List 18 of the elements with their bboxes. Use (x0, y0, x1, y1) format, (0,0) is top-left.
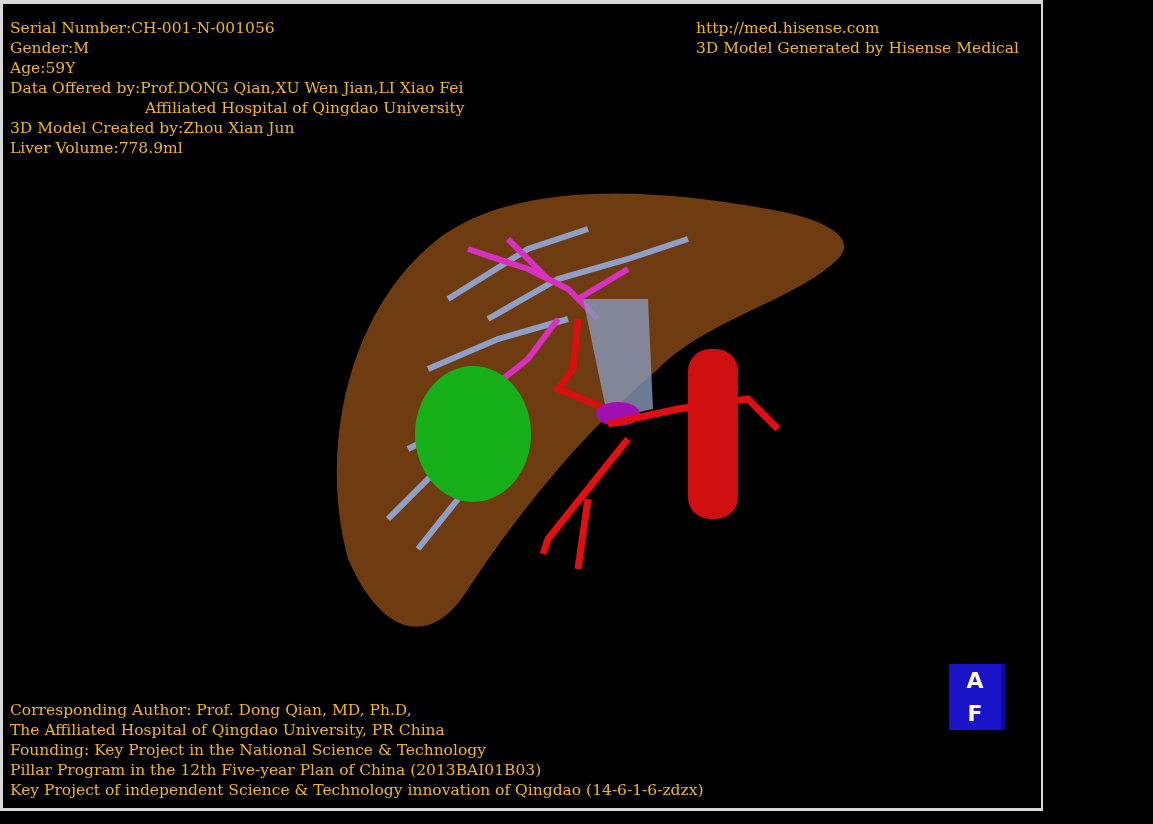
cube-front-label: F (967, 701, 983, 726)
footer-text: Founding: Key Project in the National Science & Technology (10, 740, 486, 760)
case-info-text: Liver Volume:778.9ml (10, 138, 183, 158)
orientation-cube[interactable]: A F (949, 664, 1005, 730)
case-info-text: Age:59Y (10, 58, 76, 78)
case-info-text: Affiliated Hospital of Qingdao University (144, 98, 465, 118)
case-info-text: Serial Number:CH-001-N-001056 (10, 18, 275, 38)
footer-text: Key Project of independent Science & Technology innovation of Qingdao (14-6-1-6-zdzx) (10, 780, 704, 800)
credit-text: http://med.hisense.com (695, 18, 880, 38)
footer-text: The Affiliated Hospital of Qingdao University, PR China (10, 720, 445, 740)
3d-viewport[interactable] (0, 0, 1043, 811)
credit-text: 3D Model Generated by Hisense Medical (695, 38, 1019, 58)
case-info-text: Gender:M (10, 38, 90, 58)
cube-top-label: A (966, 668, 984, 693)
case-info-text: 3D Model Created by:Zhou Xian Jun (10, 118, 295, 138)
case-info-text: Data Offered by:Prof.DONG Qian,XU Wen Jian,LI Xiao Fei (10, 78, 464, 98)
footer-text: Pillar Program in the 12th Five-year Plan of China (2013BAI01B03) (10, 760, 542, 780)
footer-text: Corresponding Author: Prof. Dong Qian, MD, Ph.D, (10, 700, 412, 720)
